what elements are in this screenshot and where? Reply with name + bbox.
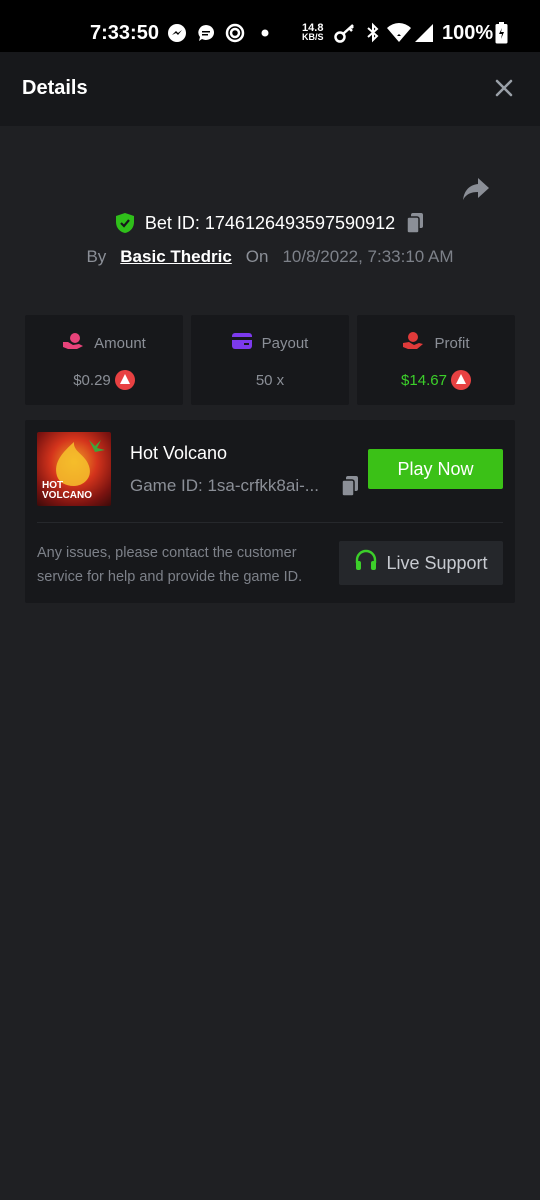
messenger-icon (166, 22, 188, 44)
stats-row: Amount $0.29 Payout 50 x Profit $14.67 (25, 315, 515, 405)
battery-icon (494, 22, 508, 44)
stat-value: $14.67 (401, 371, 447, 389)
stat-amount: Amount $0.29 (25, 315, 183, 405)
live-support-button[interactable]: Live Support (339, 541, 503, 585)
status-bar: 7:33:50 14.8 KB/S 100% (0, 0, 540, 52)
network-speed: 14.8 KB/S (302, 22, 324, 42)
play-now-button[interactable]: Play Now (368, 449, 503, 489)
copy-bet-id-icon[interactable] (405, 212, 425, 234)
bet-date: 10/8/2022, 7:33:10 AM (282, 247, 454, 266)
on-label: On (245, 247, 269, 266)
bet-id-row: Bet ID: 1746126493597590912 (0, 212, 540, 234)
share-icon[interactable] (462, 176, 490, 202)
status-time: 7:33:50 (90, 22, 159, 44)
wifi-icon (386, 22, 412, 44)
signal-icon (413, 22, 435, 44)
support-notice: Any issues, please contact the customer … (37, 545, 303, 585)
wallet-card-icon (231, 333, 252, 353)
avax-coin-icon (114, 370, 135, 390)
headset-icon (354, 549, 378, 578)
game-card: HOT VOLCANO Hot Volcano Game ID: 1sa-crf… (25, 420, 515, 603)
stat-payout: Payout 50 x (191, 315, 349, 405)
copy-game-id-icon[interactable] (340, 475, 360, 497)
game-name: Hot Volcano (130, 443, 228, 463)
battery-percent: 100% (442, 22, 494, 44)
game-id: Game ID: 1sa-crfkk8ai-... (130, 476, 319, 495)
stat-label: Profit (434, 334, 470, 352)
chat-icon (195, 22, 217, 44)
profit-hand-icon (402, 332, 424, 354)
money-hand-icon (62, 332, 84, 354)
user-link[interactable]: Basic Thedric (120, 247, 232, 267)
bet-id: Bet ID: 1746126493597590912 (144, 212, 396, 233)
stat-value: 50 x (255, 371, 285, 389)
page-title: Details (22, 77, 88, 99)
avax-coin-icon (450, 370, 471, 390)
stat-value: $0.29 (73, 371, 111, 389)
details-header: Details (0, 52, 540, 126)
sync-icon (224, 22, 246, 44)
stat-label: Amount (94, 334, 146, 352)
game-id-row: Game ID: 1sa-crfkk8ai-... (130, 475, 360, 497)
stat-profit: Profit $14.67 (357, 315, 515, 405)
game-thumbnail[interactable]: HOT VOLCANO (37, 432, 111, 506)
dot-icon (254, 22, 276, 44)
divider (37, 522, 503, 523)
bet-meta-row: By Basic Thedric On 10/8/2022, 7:33:10 A… (0, 247, 540, 267)
stat-label: Payout (261, 334, 309, 352)
shield-check-icon (115, 212, 135, 234)
bluetooth-icon (362, 22, 384, 44)
live-support-label: Live Support (386, 552, 488, 573)
thumbnail-text-line2: VOLCANO (42, 490, 92, 501)
close-icon[interactable] (492, 76, 516, 100)
key-icon (334, 22, 356, 44)
by-label: By (86, 247, 107, 266)
